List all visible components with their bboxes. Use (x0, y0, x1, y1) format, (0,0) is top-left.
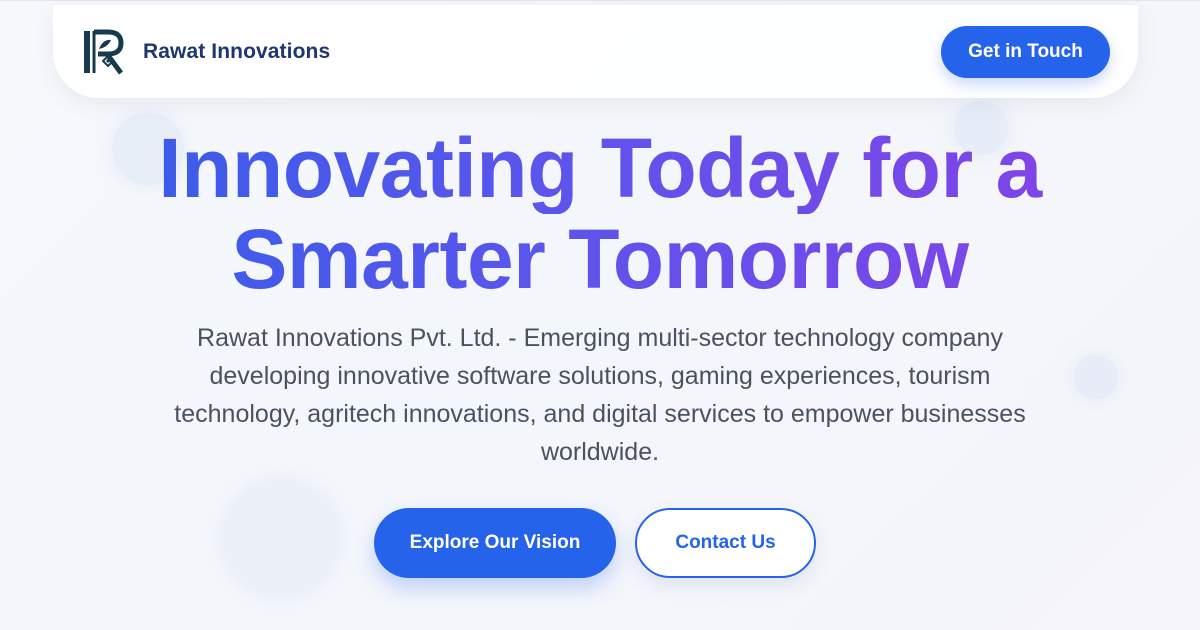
brand-name: Rawat Innovations (143, 39, 331, 63)
explore-our-vision-button[interactable]: Explore Our Vision (374, 508, 616, 578)
top-navbar: Rawat Innovations Get in Touch (53, 5, 1138, 98)
contact-us-button[interactable]: Contact Us (635, 508, 816, 578)
hero-title-line-2: Smarter Tomorrow (0, 214, 1200, 305)
decorative-bubble (224, 481, 338, 595)
brand[interactable]: Rawat Innovations (81, 27, 330, 77)
decorative-bubble (1074, 355, 1118, 399)
hero-description: Rawat Innovations Pvt. Ltd. - Emerging m… (174, 324, 1026, 466)
hero-title-line-1: Innovating Today for a (0, 123, 1200, 214)
hero-title: Innovating Today for a Smarter Tomorrow (0, 123, 1200, 305)
get-in-touch-button[interactable]: Get in Touch (941, 25, 1110, 78)
rawat-innovations-logo-icon (84, 29, 124, 74)
